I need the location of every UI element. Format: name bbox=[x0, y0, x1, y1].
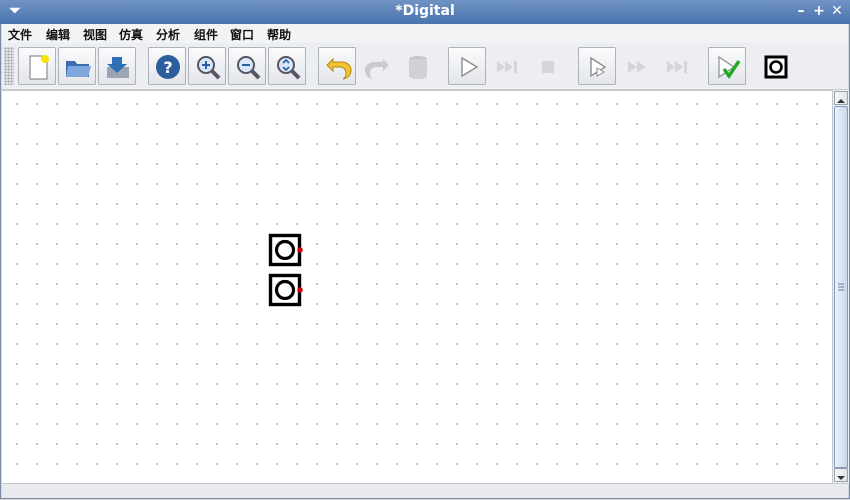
fast-run-icon bbox=[628, 61, 646, 73]
fast-run-button[interactable] bbox=[618, 47, 656, 85]
run-icon bbox=[461, 56, 479, 78]
menu-analysis[interactable]: 分析 bbox=[156, 26, 180, 43]
output-component-icon bbox=[764, 55, 788, 79]
delete-button[interactable] bbox=[398, 47, 436, 85]
zoom-fit-button[interactable] bbox=[268, 47, 306, 85]
menu-bar: 文件 编辑 视图 仿真 分析 组件 窗口 帮助 bbox=[2, 24, 848, 43]
scroll-up-button[interactable] bbox=[834, 91, 848, 105]
undo-button[interactable] bbox=[318, 47, 356, 85]
circuit-canvas[interactable] bbox=[2, 90, 832, 484]
close-icon[interactable]: ✕ bbox=[828, 2, 846, 20]
toolbar: ? bbox=[2, 43, 848, 90]
delete-icon bbox=[409, 56, 427, 79]
output-component-symbol bbox=[268, 233, 303, 267]
menu-window[interactable]: 窗口 bbox=[230, 26, 254, 43]
menu-components[interactable]: 组件 bbox=[194, 26, 218, 43]
minimize-icon[interactable]: – bbox=[792, 2, 810, 20]
maximize-icon[interactable]: + bbox=[810, 2, 828, 20]
thumb-grip-icon bbox=[838, 283, 844, 291]
menu-edit[interactable]: 编辑 bbox=[46, 26, 70, 43]
toolbar-grip[interactable] bbox=[4, 47, 14, 85]
redo-button[interactable] bbox=[358, 47, 396, 85]
analyse-button[interactable] bbox=[708, 47, 746, 85]
save-button[interactable] bbox=[98, 47, 136, 85]
zoom-out-button[interactable] bbox=[228, 47, 266, 85]
svg-text:?: ? bbox=[163, 58, 172, 77]
micro-step-button[interactable] bbox=[658, 47, 696, 85]
zoom-fit-icon bbox=[277, 56, 301, 80]
redo-icon bbox=[365, 59, 389, 79]
step-icon bbox=[497, 61, 517, 73]
zoom-out-icon bbox=[237, 56, 261, 80]
undo-icon bbox=[326, 57, 352, 80]
help-icon: ? bbox=[156, 55, 180, 79]
stop-icon bbox=[542, 61, 554, 73]
run-button[interactable] bbox=[448, 47, 486, 85]
new-file-icon bbox=[29, 55, 49, 80]
open-folder-icon bbox=[66, 61, 91, 77]
output-component-symbol bbox=[268, 273, 303, 307]
stop-button[interactable] bbox=[528, 47, 566, 85]
micro-step-icon bbox=[667, 61, 687, 73]
vertical-scrollbar[interactable] bbox=[832, 90, 849, 483]
zoom-in-icon bbox=[197, 56, 221, 80]
analyse-check-icon bbox=[718, 55, 741, 79]
output-pin[interactable] bbox=[297, 247, 303, 253]
window-title: *Digital bbox=[395, 3, 455, 19]
save-icon bbox=[107, 57, 129, 78]
step-button[interactable] bbox=[488, 47, 526, 85]
output-component[interactable] bbox=[268, 273, 303, 307]
help-button[interactable]: ? bbox=[148, 47, 186, 85]
output-pin[interactable] bbox=[297, 287, 303, 293]
menu-help[interactable]: 帮助 bbox=[267, 26, 291, 43]
open-button[interactable] bbox=[58, 47, 96, 85]
menu-file[interactable]: 文件 bbox=[8, 26, 32, 43]
output-component[interactable] bbox=[268, 233, 303, 267]
menu-simulation[interactable]: 仿真 bbox=[119, 26, 143, 43]
scroll-thumb[interactable] bbox=[834, 106, 848, 468]
menu-view[interactable]: 视图 bbox=[83, 26, 107, 43]
zoom-in-button[interactable] bbox=[188, 47, 226, 85]
output-component-button[interactable] bbox=[756, 47, 794, 85]
new-button[interactable] bbox=[18, 47, 56, 85]
title-bar: ⏷ *Digital – + ✕ bbox=[0, 0, 850, 24]
status-bar bbox=[2, 483, 848, 499]
run-to-break-icon bbox=[590, 56, 607, 78]
scroll-down-button[interactable] bbox=[834, 468, 848, 482]
run-to-break-button[interactable] bbox=[578, 47, 616, 85]
